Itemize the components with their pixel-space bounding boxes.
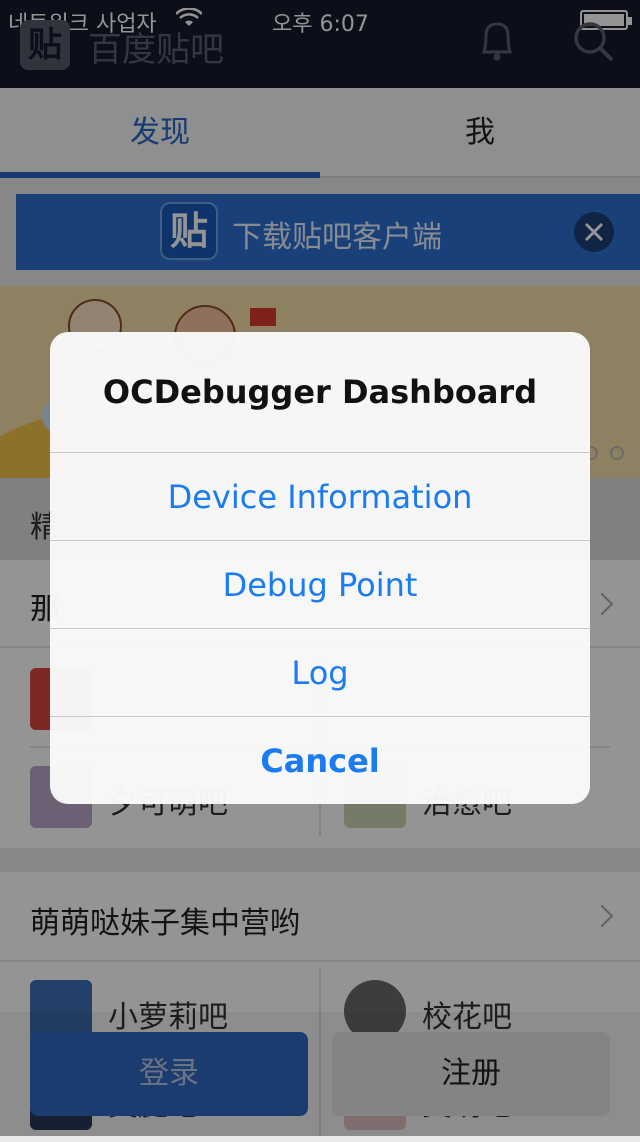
device-information-button[interactable]: Device Information <box>50 452 590 540</box>
debug-point-button[interactable]: Debug Point <box>50 540 590 628</box>
log-button[interactable]: Log <box>50 628 590 716</box>
action-alert: OCDebugger Dashboard Device Information … <box>50 332 590 804</box>
cancel-button[interactable]: Cancel <box>50 716 590 804</box>
alert-title: OCDebugger Dashboard <box>102 373 538 411</box>
